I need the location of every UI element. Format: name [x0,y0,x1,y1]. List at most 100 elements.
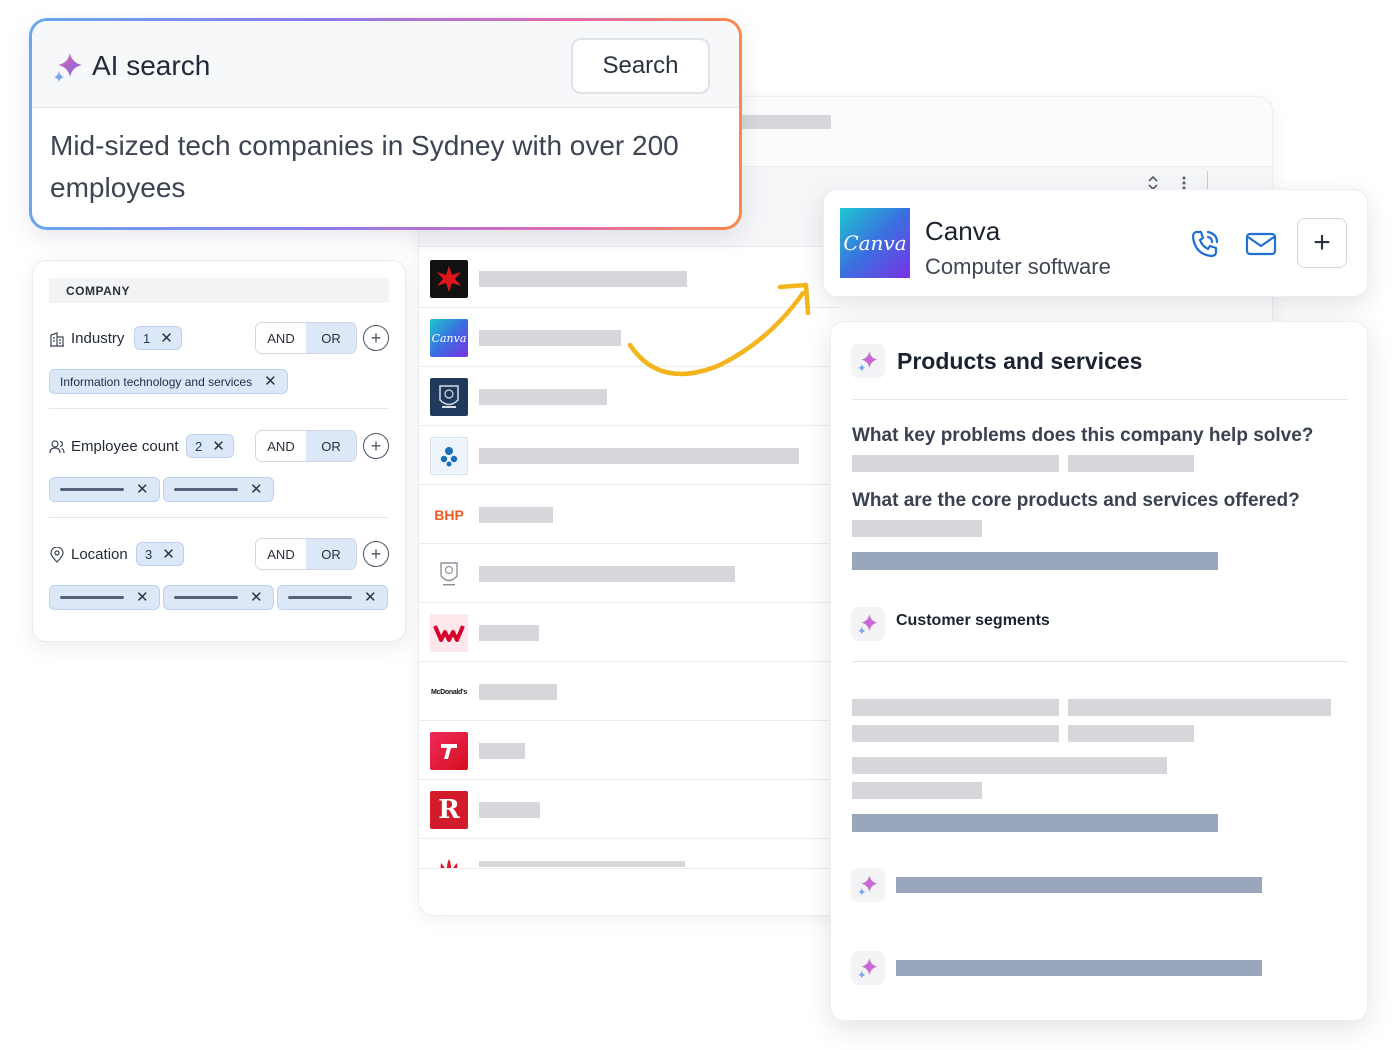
table-row[interactable] [419,839,839,869]
employee-count-label-text: Employee count [71,438,179,455]
map-pin-icon [50,546,64,563]
answer-placeholder [852,725,1059,742]
industry-and-or-toggle[interactable]: AND OR [255,322,357,354]
company-header-card: Canva Canva Computer software + [823,189,1368,297]
answer-placeholder [852,699,1059,716]
toolbar-placeholder [739,115,831,129]
sparkle-icon [54,53,82,82]
close-icon[interactable]: ✕ [136,590,149,605]
ai-search-card: AI search Search Mid-sized tech companie… [29,18,742,230]
answer-placeholder [852,757,1167,774]
industry-filter-label: Industry [49,330,124,347]
company-name-placeholder [479,802,540,818]
company-logo [430,378,468,416]
customer-segments-title: Customer segments [896,612,1050,629]
close-icon[interactable]: ✕ [212,439,225,454]
employee-chip[interactable]: ✕ [163,477,274,502]
r-logo-text: R [438,795,460,825]
section-title-placeholder [896,960,1262,976]
table-row[interactable] [419,544,839,603]
employee-count-filter-label: Employee count [49,438,179,455]
company-logo: Canva [840,208,910,278]
section-title-placeholder [896,877,1262,893]
users-icon [49,439,65,453]
and-option[interactable]: AND [256,539,306,569]
company-logo [430,849,468,868]
close-icon[interactable]: ✕ [136,482,149,497]
location-chip[interactable]: ✕ [277,585,388,610]
location-label-text: Location [71,546,128,563]
search-button[interactable]: Search [571,38,710,94]
products-title: Products and services [897,348,1143,374]
employee-chip[interactable]: ✕ [49,477,160,502]
and-option[interactable]: AND [256,323,306,353]
close-icon[interactable]: ✕ [160,331,173,346]
location-filter-label: Location [49,546,128,563]
add-company-button[interactable]: + [1297,218,1347,268]
company-logo [430,732,468,770]
location-count-badge[interactable]: 3 ✕ [136,542,184,566]
company-name-placeholder [479,507,553,523]
close-icon[interactable]: ✕ [264,374,277,389]
company-details-panel: Products and services What key problems … [830,321,1368,1021]
table-row[interactable] [419,426,839,485]
phone-icon[interactable] [1189,228,1221,260]
email-icon[interactable] [1244,230,1278,258]
location-and-or-toggle[interactable]: AND OR [255,538,357,570]
company-name: Canva [925,216,1001,246]
company-name-placeholder [479,684,557,700]
close-icon[interactable]: ✕ [250,482,263,497]
location-chip[interactable]: ✕ [163,585,274,610]
answer-placeholder [852,552,1218,570]
or-option[interactable]: OR [306,539,356,569]
table-row[interactable]: McDonald's [419,662,839,721]
answer-placeholder [852,520,982,537]
question-products: What are the core products and services … [852,490,1300,511]
or-option[interactable]: OR [306,431,356,461]
bhp-logo-text: BHP [434,507,464,523]
canva-logo-text: Canva [431,331,467,345]
employee-and-or-toggle[interactable]: AND OR [255,430,357,462]
add-industry-icon[interactable]: + [363,325,389,351]
industry-count-badge[interactable]: 1 ✕ [134,326,182,350]
table-row[interactable] [419,603,839,662]
search-query-input[interactable]: Mid-sized tech companies in Sydney with … [50,125,710,209]
company-name-placeholder [479,330,621,346]
company-logo: BHP [430,496,468,534]
company-logo [430,614,468,652]
company-logo [430,260,468,298]
company-logo: Canva [430,319,468,357]
add-location-icon[interactable]: + [363,541,389,567]
industry-chip[interactable]: Information technology and services ✕ [49,369,288,394]
answer-placeholder [852,782,982,799]
answer-placeholder [1068,725,1194,742]
divider [852,399,1348,400]
table-row[interactable] [419,721,839,780]
company-name-placeholder [479,448,799,464]
divider [49,408,389,409]
location-chip[interactable]: ✕ [49,585,160,610]
close-icon[interactable]: ✕ [364,590,377,605]
close-icon[interactable]: ✕ [162,547,175,562]
building-icon [50,331,64,347]
answer-placeholder [1068,455,1194,472]
add-employee-count-icon[interactable]: + [363,433,389,459]
divider [852,661,1348,662]
company-name-placeholder [479,625,539,641]
employee-count-count: 2 [195,438,203,454]
and-option[interactable]: AND [256,431,306,461]
sparkle-icon [851,868,885,902]
company-logo [430,555,468,593]
or-option[interactable]: OR [306,323,356,353]
table-row[interactable]: BHP [419,485,839,544]
close-icon[interactable]: ✕ [250,590,263,605]
answer-placeholder [852,814,1218,832]
curved-arrow-icon [627,282,811,377]
location-count: 3 [145,546,153,562]
mcdonalds-logo-text: McDonald's [430,688,467,696]
industry-chip-text: Information technology and services [60,374,253,389]
table-row[interactable]: R [419,780,839,839]
employee-count-badge[interactable]: 2 ✕ [186,434,234,458]
sparkle-icon [851,607,885,641]
sparkle-icon [851,344,885,378]
